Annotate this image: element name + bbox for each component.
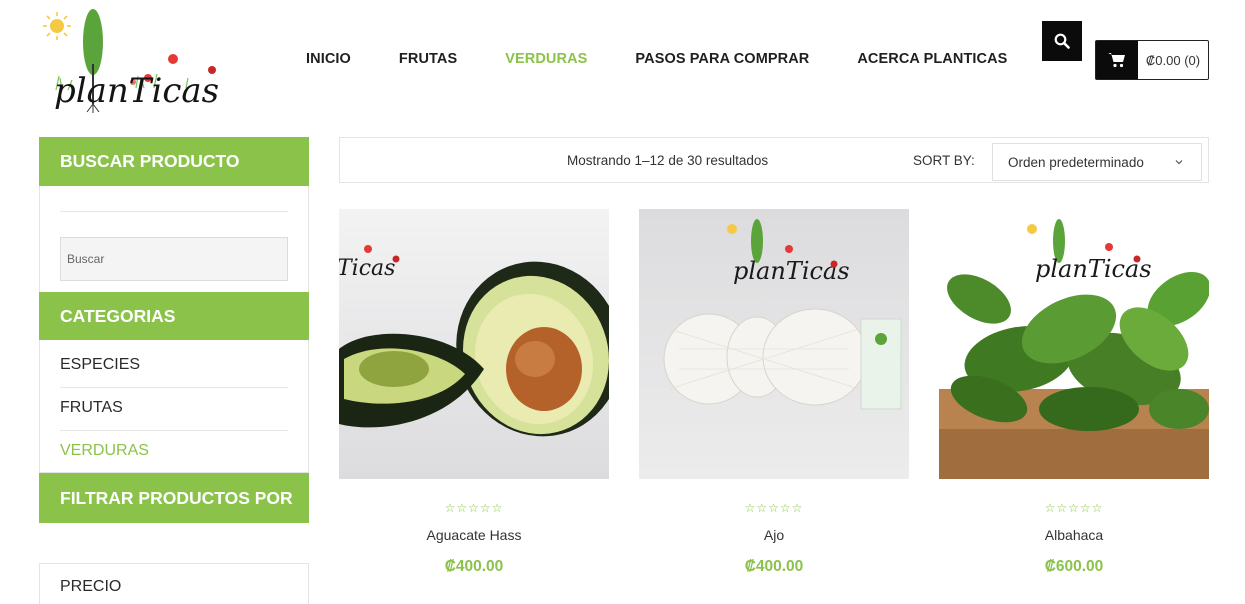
product-price: ₡600.00 — [1044, 558, 1104, 575]
category-verduras[interactable]: VERDURAS — [60, 442, 149, 460]
result-count: Mostrando 1–12 de 30 resultados — [567, 153, 769, 168]
cart-icon-box — [1096, 41, 1138, 79]
nav-verduras[interactable]: VERDURAS — [505, 51, 587, 71]
sort-select-value: Orden predeterminado — [1008, 154, 1144, 170]
main-navigation: INICIO FRUTAS VERDURAS PASOS PARA COMPRA… — [306, 51, 1055, 71]
nav-pasos-para-comprar[interactable]: PASOS PARA COMPRAR — [635, 51, 809, 71]
product-price: ₡400.00 — [744, 558, 804, 575]
product-image-aguacate[interactable]: Ticas — [339, 209, 609, 479]
chevron-down-icon — [1175, 160, 1183, 165]
category-especies[interactable]: ESPECIES — [60, 356, 140, 374]
planticas-logo[interactable]: planTicas — [36, 4, 222, 118]
product-rating: ☆☆☆☆☆ — [1044, 501, 1104, 515]
category-frutas[interactable]: FRUTAS — [60, 399, 123, 417]
product-rating: ☆☆☆☆☆ — [444, 501, 504, 515]
product-price: ₡400.00 — [444, 558, 504, 575]
sort-select[interactable]: Orden predeterminado — [992, 143, 1202, 181]
logo-wordmark: planTicas — [54, 71, 219, 111]
product-name[interactable]: Aguacate Hass — [339, 527, 609, 543]
svg-text:Ticas: Ticas — [339, 256, 395, 281]
nav-frutas[interactable]: FRUTAS — [399, 51, 457, 71]
price-filter-label: PRECIO — [60, 578, 122, 595]
product-search-input[interactable] — [60, 237, 288, 281]
tomato-icon — [168, 54, 178, 64]
divider — [60, 211, 288, 212]
product-rating: ☆☆☆☆☆ — [744, 501, 804, 515]
search-widget-title: BUSCAR PRODUCTO — [39, 137, 309, 186]
sort-label: SORT BY: — [913, 153, 975, 168]
search-button[interactable] — [1042, 21, 1082, 61]
filter-widget-title: FILTRAR PRODUCTOS POR — [39, 473, 309, 523]
product-name[interactable]: Ajo — [639, 527, 909, 543]
sun-icon — [43, 12, 71, 40]
product-image-ajo[interactable]: planTicas — [639, 209, 909, 479]
nav-inicio[interactable]: INICIO — [306, 51, 351, 71]
cart-button[interactable]: ₡0.00 (0) — [1095, 40, 1209, 80]
divider — [60, 387, 288, 388]
search-icon — [1054, 33, 1070, 49]
divider — [60, 430, 288, 431]
cart-total: ₡0.00 (0) — [1145, 52, 1201, 68]
nav-acerca-planticas[interactable]: ACERCA PLANTICAS — [857, 51, 1007, 71]
product-name[interactable]: Albahaca — [939, 527, 1209, 543]
product-image-albahaca[interactable]: planTicas — [939, 209, 1209, 479]
cart-icon — [1108, 53, 1125, 68]
categories-widget-title: CATEGORIAS — [39, 292, 309, 340]
